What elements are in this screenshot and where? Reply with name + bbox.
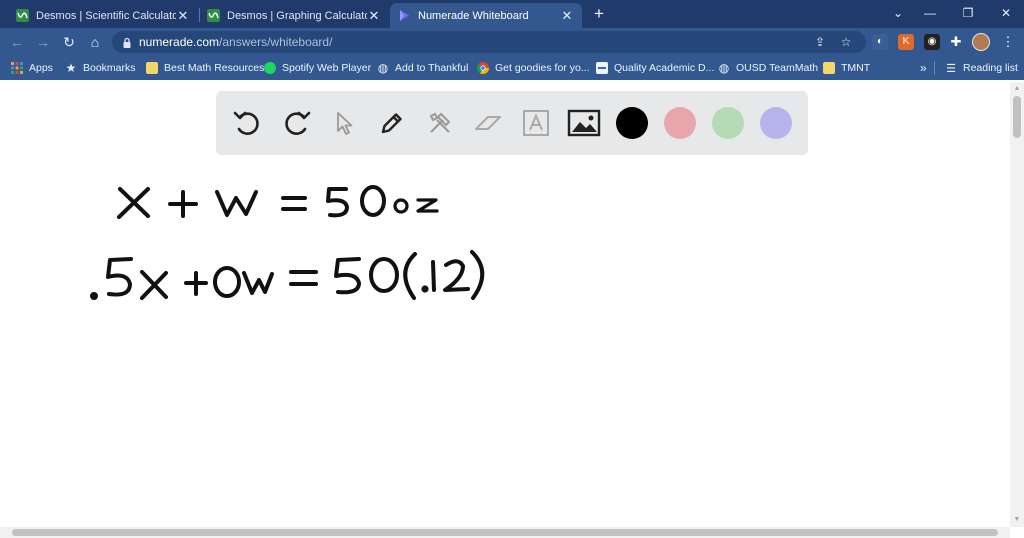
- browser-toolbar: ← → ↻ ⌂ numerade.com/answers/whiteboard/…: [0, 28, 1024, 56]
- folder-icon: [823, 62, 835, 74]
- desmos-icon: [207, 9, 220, 22]
- reading-list-label: Reading list: [963, 62, 1018, 74]
- equation-line-1: [117, 185, 439, 219]
- bookmark-get-goodies[interactable]: Get goodies for yo...: [477, 60, 590, 76]
- spotify-icon: [264, 62, 276, 74]
- extension-dark-icon[interactable]: ◉: [924, 34, 940, 50]
- close-tab-icon[interactable]: ✕: [367, 8, 381, 23]
- avatar[interactable]: [972, 33, 990, 51]
- tab-desmos-graphing[interactable]: Desmos | Graphing Calculator ✕: [199, 3, 389, 28]
- bookmark-label: Get goodies for yo...: [495, 62, 590, 74]
- bookmarks-bar: Apps ★ Bookmarks Best Math Resources Spo…: [0, 56, 1024, 80]
- lock-icon: [121, 36, 133, 48]
- tab-desmos-scientific[interactable]: Desmos | Scientific Calculator ✕: [8, 3, 198, 28]
- bookmark-apps[interactable]: Apps: [11, 60, 53, 76]
- star-icon: ★: [65, 61, 77, 75]
- tab-strip: Desmos | Scientific Calculator ✕ Desmos …: [0, 0, 1024, 28]
- reading-list-button[interactable]: ☰ Reading list: [945, 60, 1018, 76]
- home-icon[interactable]: ⌂: [85, 32, 105, 52]
- bookmark-label: OUSD TeamMath: [736, 62, 819, 74]
- globe-icon: ◍: [377, 61, 389, 75]
- tab-title: Numerade Whiteboard: [418, 9, 529, 22]
- close-tab-icon[interactable]: ✕: [560, 8, 574, 23]
- tab-search-icon[interactable]: ⌄: [888, 4, 908, 22]
- bookmark-quality-academic[interactable]: Quality Academic D...: [596, 60, 714, 76]
- apps-grid-icon: [11, 62, 23, 74]
- bookmark-best-math-resources[interactable]: Best Math Resources: [146, 60, 264, 76]
- folder-icon: [146, 62, 158, 74]
- address-bar[interactable]: numerade.com/answers/whiteboard/ ⇪ ☆: [112, 31, 866, 53]
- bookmark-label: Best Math Resources: [164, 62, 265, 74]
- restore-icon[interactable]: ❐: [958, 4, 978, 22]
- bookmark-tmnt[interactable]: TMNT: [823, 60, 870, 76]
- doc-icon: [596, 62, 608, 74]
- desmos-icon: [16, 9, 29, 22]
- horizontal-scrollbar[interactable]: [0, 527, 1010, 538]
- scroll-up-arrow-icon[interactable]: ▲: [1013, 85, 1021, 92]
- menu-kebab-icon[interactable]: ⋮: [1000, 34, 1016, 50]
- vertical-scrollbar[interactable]: ▲ ▼: [1010, 82, 1024, 527]
- close-window-icon[interactable]: ✕: [996, 4, 1016, 22]
- bookmark-label: Spotify Web Player: [282, 62, 372, 74]
- url-host: numerade.com: [139, 35, 220, 49]
- numerade-icon: [398, 9, 411, 22]
- bookmark-label: Quality Academic D...: [614, 62, 715, 74]
- tab-title: Desmos | Scientific Calculator: [36, 9, 176, 22]
- tab-title: Desmos | Graphing Calculator: [227, 9, 367, 22]
- bookmark-label: Bookmarks: [83, 62, 136, 74]
- bookmarks-overflow-button[interactable]: »: [920, 60, 927, 76]
- horizontal-scroll-thumb[interactable]: [12, 529, 998, 536]
- forward-icon[interactable]: →: [33, 32, 53, 52]
- handwriting-layer: [90, 185, 485, 300]
- close-tab-icon[interactable]: ✕: [176, 8, 190, 23]
- bookmark-label: Add to Thankful: [395, 62, 469, 74]
- share-icon[interactable]: ⇪: [812, 34, 828, 50]
- tab-numerade-whiteboard[interactable]: Numerade Whiteboard ✕: [390, 3, 582, 28]
- chrome-icon: [477, 62, 489, 74]
- bookmark-star-icon[interactable]: ☆: [838, 34, 854, 50]
- extension-orange-icon[interactable]: K: [898, 34, 914, 50]
- new-tab-button[interactable]: +: [590, 5, 608, 23]
- globe-icon: ◍: [718, 61, 730, 75]
- extension-icon[interactable]: ◐: [872, 34, 888, 50]
- bookmark-bookmarks[interactable]: ★ Bookmarks: [65, 60, 136, 76]
- url-text: numerade.com/answers/whiteboard/: [139, 35, 332, 49]
- bookmarks-divider: [934, 61, 935, 75]
- reload-icon[interactable]: ↻: [59, 32, 79, 52]
- minimize-icon[interactable]: —: [920, 4, 940, 22]
- equation-line-2: [90, 250, 485, 300]
- scroll-down-arrow-icon[interactable]: ▼: [1013, 516, 1021, 523]
- reading-list-icon: ☰: [946, 62, 956, 75]
- bookmark-spotify[interactable]: Spotify Web Player: [264, 60, 371, 76]
- back-icon[interactable]: ←: [7, 32, 27, 52]
- bookmark-add-to-thankful[interactable]: ◍ Add to Thankful: [377, 60, 469, 76]
- bookmark-label: TMNT: [841, 62, 871, 74]
- bookmark-label: Apps: [29, 62, 53, 74]
- url-path: /answers/whiteboard/: [219, 35, 333, 49]
- bookmark-ousd-teammath[interactable]: ◍ OUSD TeamMath: [718, 60, 818, 76]
- vertical-scroll-thumb[interactable]: [1013, 96, 1021, 138]
- extensions-puzzle-icon[interactable]: ✚: [948, 34, 964, 50]
